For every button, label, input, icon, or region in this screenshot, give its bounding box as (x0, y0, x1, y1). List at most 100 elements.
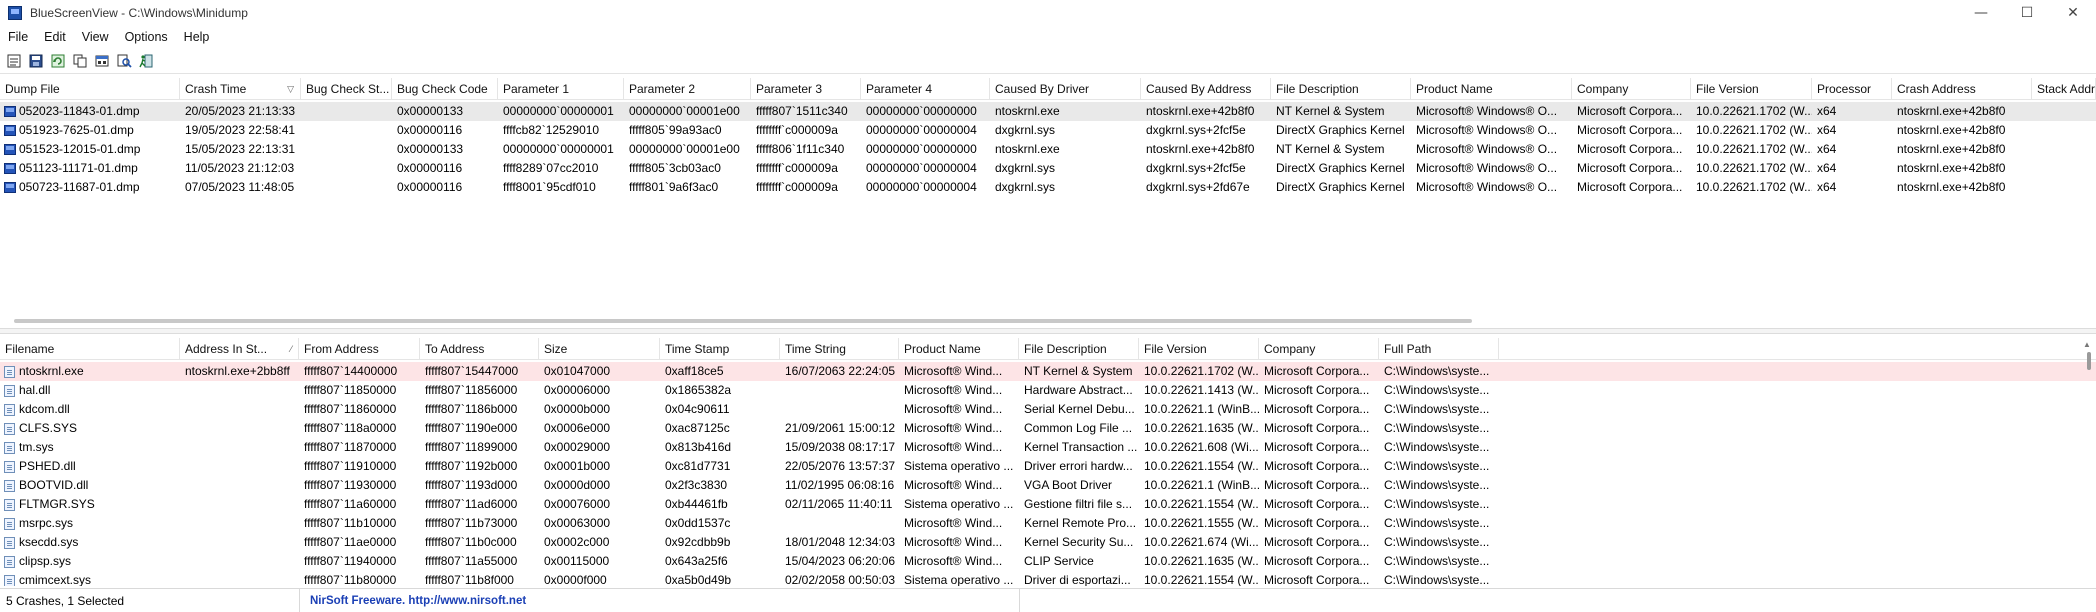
crashes-column-header[interactable]: Caused By Driver (990, 78, 1141, 100)
cell: 19/05/2023 22:58:41 (180, 121, 301, 140)
copy-button[interactable] (70, 51, 90, 71)
cell: ntoskrnl.exe+42b8f0 (1141, 102, 1271, 121)
cell-text: Microsoft Corpora... (1264, 478, 1370, 492)
cell: Microsoft Corpora... (1259, 552, 1379, 571)
drivers-column-header[interactable]: Size (539, 338, 660, 360)
cell: 0x92cdbb9b (660, 533, 780, 552)
cell-text: Microsoft® Wind... (904, 402, 1003, 416)
maximize-button[interactable]: ☐ (2004, 0, 2050, 26)
cell-text: Microsoft Corpora... (1577, 142, 1683, 156)
cell: Sistema operativo ... (899, 457, 1019, 476)
refresh-button[interactable] (48, 51, 68, 71)
menu-edit[interactable]: Edit (36, 30, 74, 44)
drivers-column-header[interactable]: Time String (780, 338, 899, 360)
menu-view[interactable]: View (74, 30, 117, 44)
cell-text: ntoskrnl.exe+2bb8ff (185, 364, 290, 378)
cell: C:\Windows\syste... (1379, 495, 1499, 514)
close-button[interactable]: ✕ (2050, 0, 2096, 26)
drivers-column-header[interactable]: Company (1259, 338, 1379, 360)
driver-row[interactable]: hal.dll fffff807`11850000 fffff807`1185600… (0, 381, 2096, 400)
crash-row[interactable]: 052023-11843-01.dmp 20/05/2023 21:13:33 0x… (0, 102, 2096, 121)
menu-file[interactable]: File (0, 30, 36, 44)
crashes-column-header[interactable]: Caused By Address (1141, 78, 1271, 100)
crashes-column-header[interactable]: Bug Check St... (301, 78, 392, 100)
driver-row[interactable]: CLFS.SYS fffff807`118a0000 fffff807`1190e0… (0, 419, 2096, 438)
drivers-column-header[interactable]: File Description (1019, 338, 1139, 360)
cell: 15/09/2038 08:17:17 (780, 438, 899, 457)
drivers-column-header[interactable]: Address In St... ⁄ (180, 338, 299, 360)
crashes-column-header[interactable]: Parameter 4 (861, 78, 990, 100)
cell-text: C:\Windows\syste... (1384, 516, 1490, 530)
dump-file-icon (4, 182, 16, 193)
exit-button[interactable] (136, 51, 156, 71)
cell: 051923-7625-01.dmp (0, 121, 180, 140)
save-button[interactable] (26, 51, 46, 71)
scroll-up-arrow-icon[interactable]: ▲ (2083, 340, 2091, 349)
crashes-column-header[interactable]: Processor (1812, 78, 1892, 100)
cell-text: VGA Boot Driver (1024, 478, 1113, 492)
cell-text: fffff807`11b10000 (304, 516, 397, 530)
crashes-column-header[interactable]: Parameter 2 (624, 78, 751, 100)
find-icon (117, 54, 132, 68)
minimize-button[interactable]: — (1958, 0, 2004, 26)
crashes-column-header[interactable]: Parameter 1 (498, 78, 624, 100)
driver-row[interactable]: ksecdd.sys fffff807`11ae0000 fffff807`11b0… (0, 533, 2096, 552)
menu-options[interactable]: Options (117, 30, 176, 44)
crashes-column-header[interactable]: File Version (1691, 78, 1812, 100)
drivers-column-header[interactable]: Filename (0, 338, 180, 360)
driver-row[interactable]: kdcom.dll fffff807`11860000 fffff807`1186b… (0, 400, 2096, 419)
cell-text: Driver di esportazi... (1024, 573, 1131, 586)
cell-text: ntoskrnl.exe+42b8f0 (1146, 142, 1255, 156)
crashes-column-header[interactable]: Bug Check Code (392, 78, 498, 100)
driver-list[interactable]: Filename Address In St... ⁄ From Address To … (0, 338, 2096, 586)
driver-row[interactable]: BOOTVID.dll fffff807`11930000 fffff807`119… (0, 476, 2096, 495)
properties-button[interactable] (4, 51, 24, 71)
crash-row[interactable]: 051923-7625-01.dmp 19/05/2023 22:58:41 0x0… (0, 121, 2096, 140)
drivers-column-header[interactable]: Time Stamp (660, 338, 780, 360)
driver-row[interactable]: clipsp.sys fffff807`11940000 fffff807`11a5… (0, 552, 2096, 571)
nirsoft-link[interactable]: NirSoft Freeware. http://www.nirsoft.net (300, 588, 1020, 612)
cell: Microsoft® Windows® O... (1411, 178, 1572, 197)
cell: 10.0.22621.1702 (W... (1691, 159, 1812, 178)
menu-help[interactable]: Help (176, 30, 218, 44)
crash-list-horizontal-scrollbar[interactable] (14, 319, 1472, 323)
crashes-column-header[interactable]: Crash Address (1892, 78, 2032, 100)
cell: Microsoft® Windows® O... (1411, 121, 1572, 140)
driver-file-icon (4, 555, 15, 568)
advanced-options-button[interactable] (92, 51, 112, 71)
driver-row[interactable]: PSHED.dll fffff807`11910000 fffff807`1192b… (0, 457, 2096, 476)
cell: Microsoft® Wind... (899, 552, 1019, 571)
drivers-column-header[interactable]: Product Name (899, 338, 1019, 360)
cell: DirectX Graphics Kernel (1271, 178, 1411, 197)
column-header-label: Caused By Driver (995, 82, 1090, 96)
driver-row[interactable]: msrpc.sys fffff807`11b10000 fffff807`11b73… (0, 514, 2096, 533)
driver-row[interactable]: ntoskrnl.exe ntoskrnl.exe+2bb8ff fffff807`… (0, 362, 2096, 381)
crashes-column-header[interactable]: Parameter 3 (751, 78, 861, 100)
crashes-column-header[interactable]: Company (1572, 78, 1691, 100)
cell (180, 571, 299, 586)
crash-row[interactable]: 051523-12015-01.dmp 15/05/2023 22:13:31 0x… (0, 140, 2096, 159)
cell: Microsoft Corpora... (1572, 140, 1691, 159)
crash-row[interactable]: 050723-11687-01.dmp 07/05/2023 11:48:05 0x… (0, 178, 2096, 197)
driver-list-vertical-scrollbar[interactable] (2087, 352, 2091, 370)
pane-splitter[interactable] (0, 328, 2096, 334)
drivers-column-header[interactable]: Full Path (1379, 338, 1499, 360)
crashes-column-header[interactable]: Stack Addr (2032, 78, 2096, 100)
crashes-column-header[interactable]: Product Name (1411, 78, 1572, 100)
crash-list[interactable]: Dump File Crash Time ▽ Bug Check St... Bug C… (0, 78, 2096, 318)
drivers-column-header[interactable]: From Address (299, 338, 420, 360)
driver-row[interactable]: tm.sys fffff807`11870000 fffff807`11899000… (0, 438, 2096, 457)
crash-row[interactable]: 051123-11171-01.dmp 11/05/2023 21:12:03 0x… (0, 159, 2096, 178)
driver-row[interactable]: cmimcext.sys fffff807`11b80000 fffff807`11… (0, 571, 2096, 586)
cell: 21/09/2061 15:00:12 (780, 419, 899, 438)
drivers-column-header[interactable]: To Address (420, 338, 539, 360)
driver-row[interactable]: FLTMGR.SYS fffff807`11a60000 fffff807`11ad… (0, 495, 2096, 514)
cell: 10.0.22621.1413 (W... (1139, 381, 1259, 400)
crashes-column-header[interactable]: Dump File (0, 78, 180, 100)
cell-text: fffff807`1190e000 (425, 421, 518, 435)
crashes-column-header[interactable]: File Description (1271, 78, 1411, 100)
find-button[interactable] (114, 51, 134, 71)
cell-text: Microsoft® Wind... (904, 383, 1003, 397)
drivers-column-header[interactable]: File Version (1139, 338, 1259, 360)
crashes-column-header[interactable]: Crash Time ▽ (180, 78, 301, 100)
